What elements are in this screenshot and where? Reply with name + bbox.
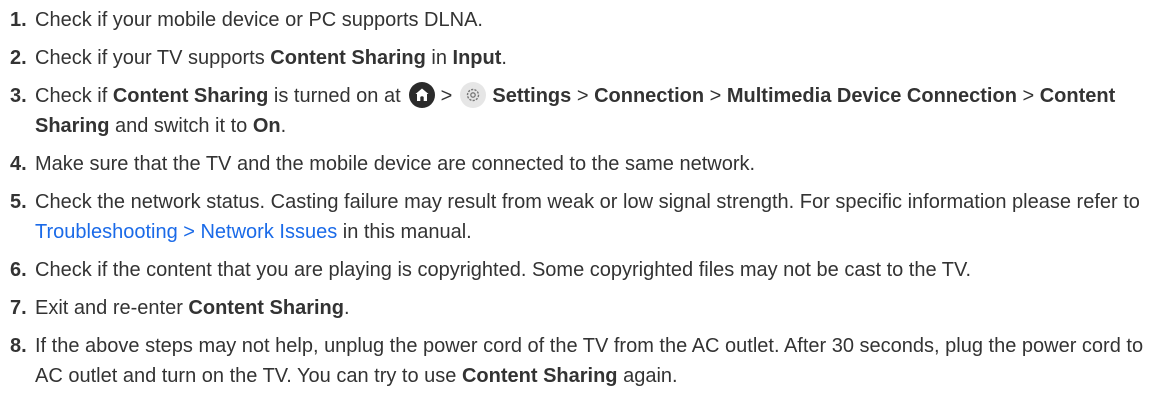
bold-term: On xyxy=(252,115,281,137)
troubleshooting-link[interactable]: Troubleshooting > Network Issues xyxy=(35,221,337,243)
step-text: Check the network status. Casting failur… xyxy=(35,187,1165,247)
step-text: Check if your mobile device or PC suppor… xyxy=(35,5,1165,35)
home-icon xyxy=(408,82,435,108)
step-text-part: Check if your mobile device or PC suppor… xyxy=(35,9,483,31)
path-separator: > xyxy=(704,85,727,107)
bold-term: Multimedia Device Connection xyxy=(726,85,1017,107)
path-separator: > xyxy=(440,85,453,107)
path-separator: > xyxy=(1016,85,1040,107)
step-number: 7. xyxy=(10,297,27,319)
step-text: Check if Content Sharing is turned on at… xyxy=(35,81,1165,141)
step-2: 2. Check if your TV supports Content Sha… xyxy=(10,43,1165,73)
step-3: 3. Check if Content Sharing is turned on… xyxy=(10,81,1165,141)
step-text-part: in this manual. xyxy=(337,221,472,243)
step-number: 6. xyxy=(10,259,27,281)
step-text-part: Check the network status. Casting failur… xyxy=(35,191,1140,213)
step-6: 6. Check if the content that you are pla… xyxy=(10,255,1165,285)
step-text-part: and switch it to xyxy=(109,115,253,137)
step-text-part: Check if the content that you are playin… xyxy=(35,259,972,281)
step-text-part: Exit and re-enter xyxy=(35,297,189,319)
step-text-part: . xyxy=(343,297,350,319)
path-separator: > xyxy=(571,85,595,107)
step-number: 1. xyxy=(10,9,27,31)
step-number: 4. xyxy=(10,153,27,175)
step-text-part: . xyxy=(280,115,287,137)
step-number: 2. xyxy=(10,47,27,69)
step-text: Make sure that the TV and the mobile dev… xyxy=(35,149,1165,179)
bold-term: Connection xyxy=(594,85,705,107)
step-text: Exit and re-enter Content Sharing. xyxy=(35,293,1165,323)
bold-term: Content Sharing xyxy=(270,47,426,69)
step-text-part: Check if your TV supports xyxy=(35,47,271,69)
step-number: 8. xyxy=(10,335,27,357)
step-5: 5. Check the network status. Casting fai… xyxy=(10,187,1165,247)
step-number: 3. xyxy=(10,85,27,107)
step-7: 7. Exit and re-enter Content Sharing. xyxy=(10,293,1165,323)
troubleshooting-steps-list: 1. Check if your mobile device or PC sup… xyxy=(10,5,1165,399)
bold-term: Settings xyxy=(492,85,572,107)
step-text-part: . xyxy=(501,47,507,69)
bold-term: Input xyxy=(452,47,502,69)
step-text-part: Make sure that the TV and the mobile dev… xyxy=(35,153,756,175)
step-text-part: again. xyxy=(617,365,678,387)
step-8: 8. If the above steps may not help, unpl… xyxy=(10,331,1165,391)
step-text-part: Check if xyxy=(35,85,113,107)
step-text: Check if the content that you are playin… xyxy=(35,255,1165,285)
bold-term: Content Sharing xyxy=(188,297,344,319)
step-1: 1. Check if your mobile device or PC sup… xyxy=(10,5,1165,35)
step-text: Check if your TV supports Content Sharin… xyxy=(35,43,1165,73)
bold-term: Content Sharing xyxy=(461,365,618,387)
step-text-part: is turned on at xyxy=(268,85,401,107)
step-text-part: in xyxy=(425,47,453,69)
bold-term: Content Sharing xyxy=(112,85,269,107)
step-number: 5. xyxy=(10,191,27,213)
step-4: 4. Make sure that the TV and the mobile … xyxy=(10,149,1165,179)
settings-icon xyxy=(460,82,487,108)
step-text: If the above steps may not help, unplug … xyxy=(35,331,1165,391)
